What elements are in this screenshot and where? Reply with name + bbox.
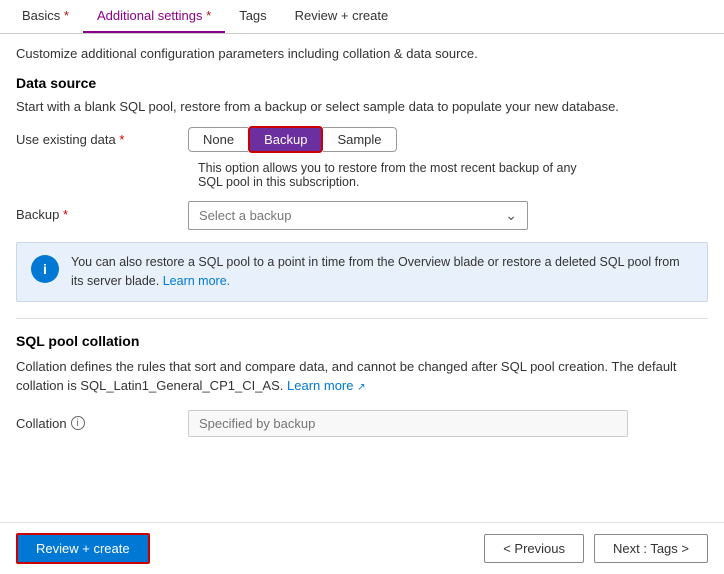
radio-none[interactable]: None bbox=[188, 127, 248, 152]
main-content: Customize additional configuration param… bbox=[0, 34, 724, 449]
next-button[interactable]: Next : Tags > bbox=[594, 534, 708, 563]
backup-option-info: This option allows you to restore from t… bbox=[198, 157, 578, 189]
radio-backup[interactable]: Backup bbox=[248, 126, 323, 153]
tab-bar: Basics * Additional settings * Tags Revi… bbox=[0, 0, 724, 34]
radio-sample[interactable]: Sample bbox=[323, 127, 396, 152]
collation-description: Collation defines the rules that sort an… bbox=[16, 357, 708, 396]
tab-tags[interactable]: Tags bbox=[225, 0, 280, 33]
backup-dropdown[interactable]: Select a backup ⌄ bbox=[188, 201, 528, 230]
tab-additional-settings[interactable]: Additional settings * bbox=[83, 0, 225, 33]
backup-select-row: Backup * Select a backup ⌄ bbox=[16, 201, 708, 230]
tab-basics[interactable]: Basics * bbox=[8, 0, 83, 33]
collation-info-icon[interactable]: i bbox=[71, 416, 85, 430]
radio-group: None Backup Sample bbox=[188, 126, 578, 153]
info-box: i You can also restore a SQL pool to a p… bbox=[16, 242, 708, 302]
previous-button[interactable]: < Previous bbox=[484, 534, 584, 563]
info-icon: i bbox=[31, 255, 59, 283]
section-divider bbox=[16, 318, 708, 319]
collation-learn-more-link[interactable]: Learn more ↗ bbox=[287, 378, 366, 393]
footer: Review + create < Previous Next : Tags > bbox=[0, 522, 724, 574]
collation-label: Collation i bbox=[16, 416, 176, 431]
use-existing-data-row: Use existing data * None Backup Sample T… bbox=[16, 126, 708, 189]
collation-input[interactable] bbox=[188, 410, 628, 437]
collation-row: Collation i bbox=[16, 410, 708, 437]
review-create-button[interactable]: Review + create bbox=[16, 533, 150, 564]
datasource-section-title: Data source bbox=[16, 75, 708, 91]
use-existing-label: Use existing data * bbox=[16, 126, 176, 147]
datasource-section-desc: Start with a blank SQL pool, restore fro… bbox=[16, 99, 708, 114]
info-text: You can also restore a SQL pool to a poi… bbox=[71, 253, 693, 291]
backup-label: Backup * bbox=[16, 201, 176, 222]
learn-more-link[interactable]: Learn more. bbox=[163, 274, 230, 288]
backup-select-placeholder: Select a backup bbox=[199, 208, 292, 223]
chevron-down-icon: ⌄ bbox=[505, 207, 517, 224]
tab-review-create[interactable]: Review + create bbox=[281, 0, 403, 33]
page-description: Customize additional configuration param… bbox=[16, 46, 708, 61]
use-existing-options: None Backup Sample This option allows yo… bbox=[188, 126, 578, 189]
sql-collation-title: SQL pool collation bbox=[16, 333, 708, 349]
